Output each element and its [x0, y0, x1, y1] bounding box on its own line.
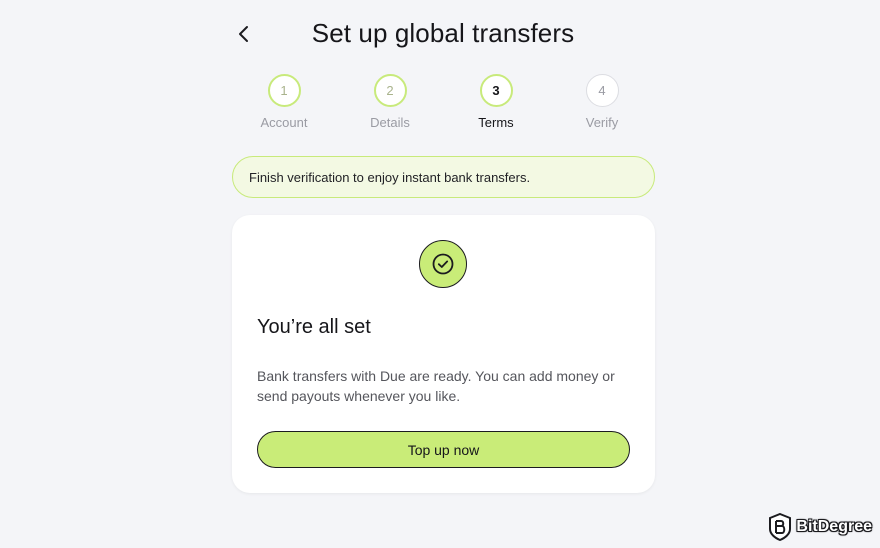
- step-number: 2: [373, 74, 407, 107]
- header: Set up global transfers: [230, 14, 656, 54]
- check-circle-icon: [419, 240, 467, 288]
- step-number: 3: [479, 74, 513, 107]
- bitdegree-logo-icon: [769, 513, 792, 541]
- verification-banner: Finish verification to enjoy instant ban…: [232, 156, 655, 198]
- watermark-text: BitDegree: [796, 518, 872, 535]
- step-number: 4: [585, 74, 619, 107]
- page-title: Set up global transfers: [311, 18, 575, 48]
- step-label: Verify: [585, 115, 619, 130]
- step-terms[interactable]: 3 Terms: [456, 74, 536, 130]
- step-account[interactable]: 1 Account: [244, 74, 324, 130]
- stepper: 1 Account 2 Details 3 Terms 4 Verify: [230, 74, 656, 134]
- card-description: Bank transfers with Due are ready. You c…: [257, 368, 615, 404]
- card-title: You’re all set: [257, 316, 371, 338]
- banner-text: Finish verification to enjoy instant ban…: [249, 169, 531, 185]
- step-details[interactable]: 2 Details: [350, 74, 430, 130]
- step-label: Terms: [478, 115, 514, 130]
- step-label: Account: [260, 115, 308, 130]
- top-up-button[interactable]: Top up now: [257, 431, 630, 468]
- watermark: BitDegree: [768, 512, 872, 542]
- step-number: 1: [267, 74, 301, 107]
- success-card: You’re all set Bank transfers with Due a…: [232, 215, 655, 493]
- step-label: Details: [370, 115, 410, 130]
- step-verify[interactable]: 4 Verify: [562, 74, 642, 130]
